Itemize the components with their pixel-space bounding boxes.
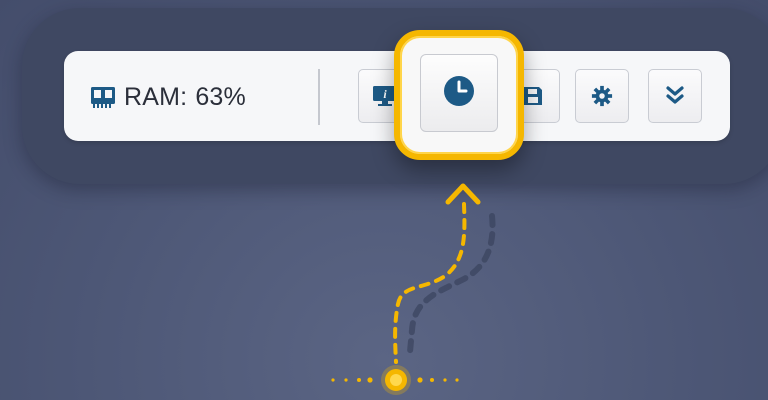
pointer-dashed-path [393,202,467,364]
arrow-up-icon [445,183,481,205]
origin-target-dot [381,365,411,395]
pointer-guide [331,183,496,395]
